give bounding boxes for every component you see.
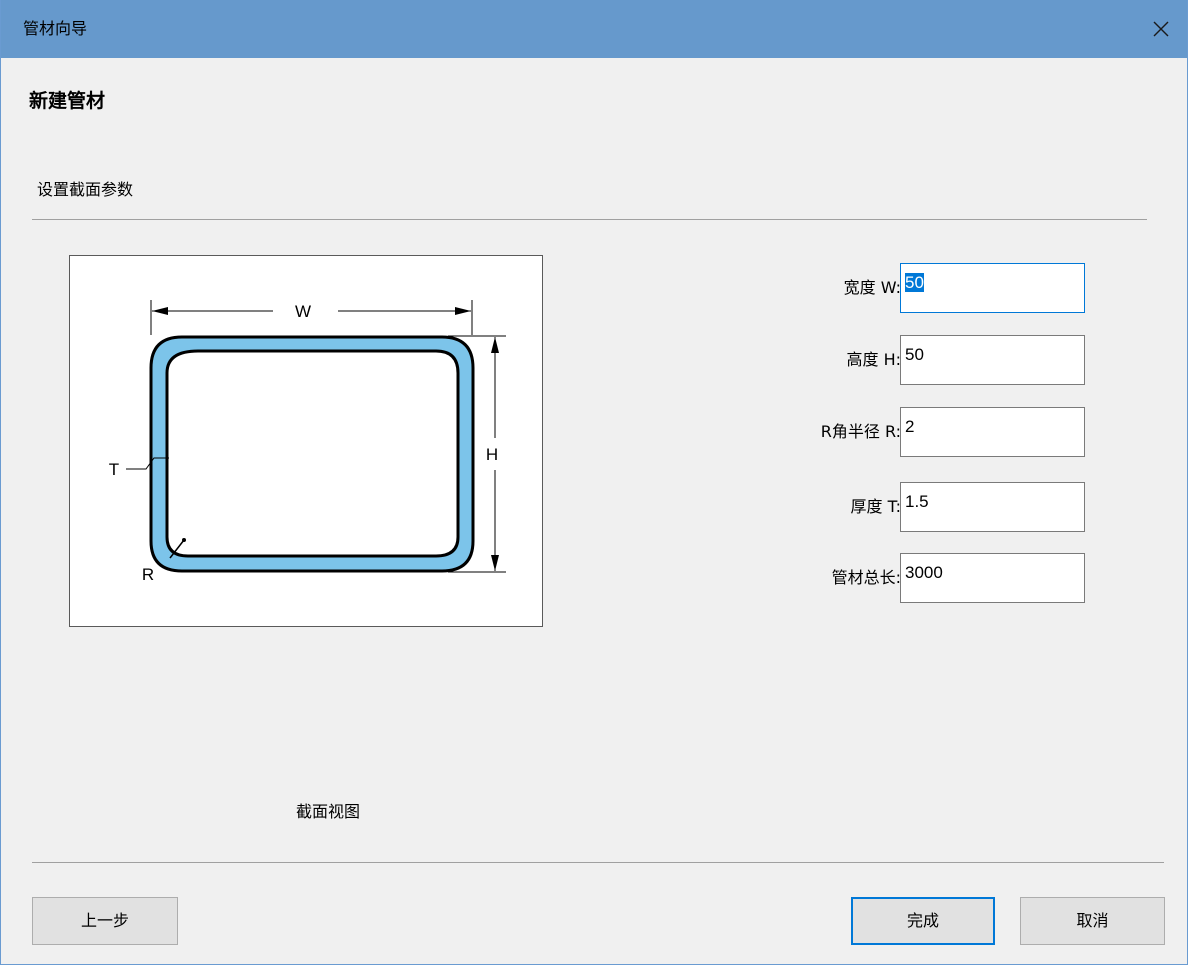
width-field-label: 宽度 W: bbox=[843, 278, 901, 297]
thickness-field-row: 厚度 T: 1.5 bbox=[761, 482, 1085, 532]
width-arrow-right bbox=[455, 307, 471, 315]
window-title: 管材向导 bbox=[23, 19, 88, 38]
length-field-row: 管材总长: 3000 bbox=[761, 553, 1085, 603]
height-field-label: 高度 H: bbox=[846, 350, 901, 369]
header-divider bbox=[32, 219, 1147, 220]
radius-label: R bbox=[142, 565, 154, 584]
radius-input-value: 2 bbox=[905, 417, 915, 436]
close-icon bbox=[1153, 21, 1169, 37]
width-input[interactable]: 50 bbox=[900, 263, 1085, 313]
previous-step-button[interactable]: 上一步 bbox=[32, 897, 178, 945]
radius-center-dot bbox=[182, 538, 186, 542]
cancel-button[interactable]: 取消 bbox=[1020, 897, 1165, 945]
length-field-label: 管材总长: bbox=[831, 568, 901, 587]
height-input-value: 50 bbox=[905, 345, 924, 364]
thickness-field-label: 厚度 T: bbox=[850, 497, 902, 516]
length-input[interactable]: 3000 bbox=[900, 553, 1085, 603]
radius-input[interactable]: 2 bbox=[900, 407, 1085, 457]
tube-outer-outline bbox=[149, 335, 475, 573]
section-preview: W H T R bbox=[69, 255, 543, 627]
finish-button[interactable]: 完成 bbox=[851, 897, 995, 945]
thickness-input[interactable]: 1.5 bbox=[900, 482, 1085, 532]
section-diagram: W H T R bbox=[109, 300, 506, 584]
footer-divider bbox=[32, 862, 1164, 863]
page-subheading: 设置截面参数 bbox=[37, 180, 134, 199]
tube-wizard-dialog: 管材向导 新建管材 设置截面参数 W H T R 截面视图 宽度 W: 50 高… bbox=[0, 0, 1188, 965]
radius-field-row: R角半径 R: 2 bbox=[761, 407, 1085, 457]
width-arrow-left bbox=[152, 307, 168, 315]
width-input-value: 50 bbox=[905, 273, 924, 292]
height-input[interactable]: 50 bbox=[900, 335, 1085, 385]
height-field-row: 高度 H: 50 bbox=[761, 335, 1085, 385]
thickness-input-value: 1.5 bbox=[905, 492, 929, 511]
height-label: H bbox=[486, 445, 498, 464]
width-field-row: 宽度 W: 50 bbox=[761, 263, 1085, 313]
width-label: W bbox=[295, 302, 311, 321]
tube-inner-outline bbox=[166, 350, 459, 557]
radius-field-label: R角半径 R: bbox=[820, 422, 901, 441]
height-arrow-bottom bbox=[491, 555, 499, 571]
page-heading: 新建管材 bbox=[29, 90, 106, 112]
length-input-value: 3000 bbox=[905, 563, 943, 582]
preview-caption: 截面视图 bbox=[296, 802, 361, 821]
height-arrow-top bbox=[491, 337, 499, 353]
close-button[interactable] bbox=[1135, 0, 1187, 58]
title-bar: 管材向导 bbox=[1, 0, 1187, 58]
thickness-label: T bbox=[109, 460, 119, 479]
